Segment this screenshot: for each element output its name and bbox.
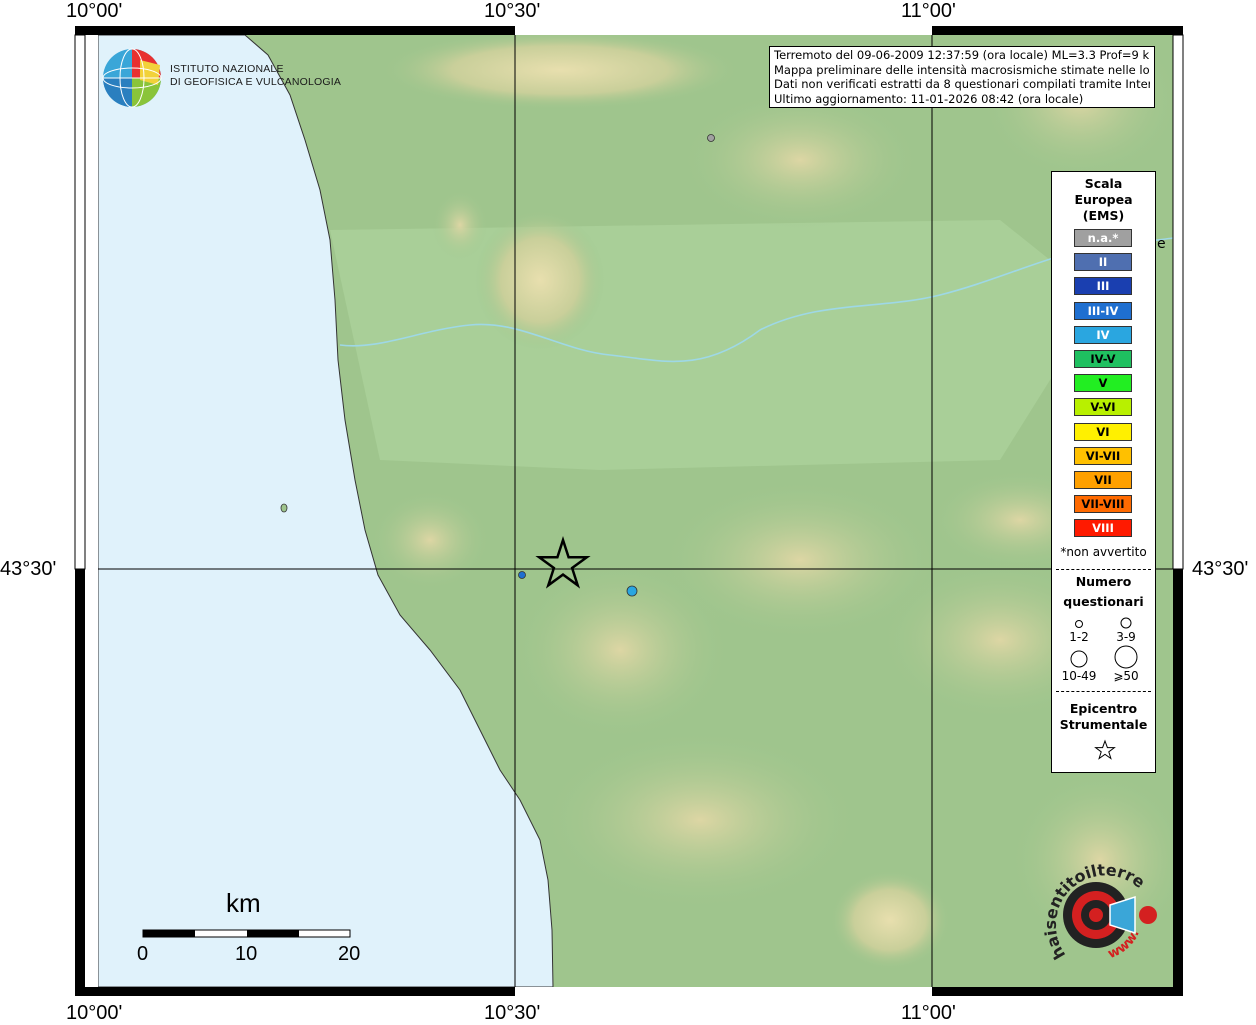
size-1-2: 1-2 — [1069, 630, 1089, 644]
size-10-49: 10-49 — [1061, 669, 1097, 683]
legend-chip-vii: VII — [1074, 471, 1132, 489]
coord-bottom-11-00: 11°00' — [901, 1002, 956, 1024]
point-iv — [626, 585, 638, 597]
info-line2: Mappa preliminare delle intensità macros… — [774, 62, 1150, 77]
coord-bottom-10-00: 10°00' — [66, 1002, 123, 1024]
legend-epi-title-1: Epicentro — [1069, 701, 1138, 716]
ingv-line2: DI GEOFISICA E VULCANOLOGIA — [170, 76, 342, 88]
ingv-logo-text: ISTITUTO NAZIONALE DI GEOFISICA E VULCAN… — [170, 63, 341, 89]
info-line1: Terremoto del 09-06-2009 12:37:59 (ora l… — [774, 48, 1150, 62]
legend-chip-n-a-: n.a.* — [1074, 229, 1132, 247]
legend-chip-iv: IV — [1074, 325, 1132, 344]
partial-place-label: e — [1157, 236, 1166, 252]
point-na — [707, 134, 715, 142]
legend-title-2: Europea — [1074, 192, 1133, 207]
event-info-box: Terremoto del 09-06-2009 12:37:59 (ora l… — [769, 46, 1155, 108]
size-50: ⩾50 — [1113, 669, 1139, 683]
coord-left-43-30: 43°30' — [0, 558, 57, 580]
info-line3: Dati non verificati estratti da 8 questi… — [774, 77, 1150, 91]
legend-panel: Scala Europea (EMS) n.a.* II III III-IV IV IV… — [1051, 171, 1156, 773]
scale-bar — [142, 929, 351, 938]
legend-chip-viii: VIII — [1074, 519, 1132, 538]
coord-top-11-00: 11°00' — [901, 0, 956, 22]
coord-right-43-30: 43°30' — [1192, 558, 1249, 580]
scale-unit: km — [226, 888, 261, 918]
legend-note: *non avvertito — [1060, 545, 1147, 559]
ingv-line1: ISTITUTO NAZIONALE — [170, 63, 284, 75]
point-iii-iv — [518, 571, 526, 579]
legend-num-title-1: Numero — [1075, 574, 1132, 589]
scale-tick-20: 20 — [338, 943, 361, 965]
legend-title-1: Scala — [1084, 176, 1123, 191]
legend-title-3: (EMS) — [1082, 208, 1125, 223]
legend-chip-iv-v: IV-V — [1074, 350, 1132, 368]
legend-chip-vi-vii: VI-VII — [1074, 446, 1132, 465]
coord-top-10-30: 10°30' — [484, 0, 541, 22]
legend-chip-iii-iv: III-IV — [1074, 301, 1132, 320]
size-3-9: 3-9 — [1116, 630, 1136, 644]
legend-chip-iii: III — [1074, 277, 1132, 296]
legend-chip-vi: VI — [1074, 422, 1132, 441]
legend-chip-v: V — [1074, 374, 1132, 393]
coord-bottom-10-30: 10°30' — [484, 1002, 541, 1024]
svg-text:www.: www. — [1106, 927, 1143, 962]
scale-tick-10: 10 — [235, 943, 258, 965]
ingv-globe-icon — [102, 48, 162, 108]
legend-epi-title-2: Strumentale — [1059, 717, 1148, 732]
scale-tick-0: 0 — [137, 943, 149, 965]
coord-top-10-00: 10°00' — [66, 0, 123, 22]
legend-num-title-2: questionari — [1063, 594, 1144, 609]
legend-chip-v-vi: V-VI — [1074, 398, 1132, 417]
legend-chip-vii-viii: VII-VIII — [1074, 495, 1132, 514]
legend-star-icon — [1094, 739, 1116, 760]
legend-chip-ii: II — [1074, 253, 1132, 272]
info-line4: Ultimo aggiornamento: 11-01-2026 08:42 (… — [774, 91, 1084, 106]
haisentito-text: haisentitoilterremoto.it www. — [1030, 850, 1149, 963]
